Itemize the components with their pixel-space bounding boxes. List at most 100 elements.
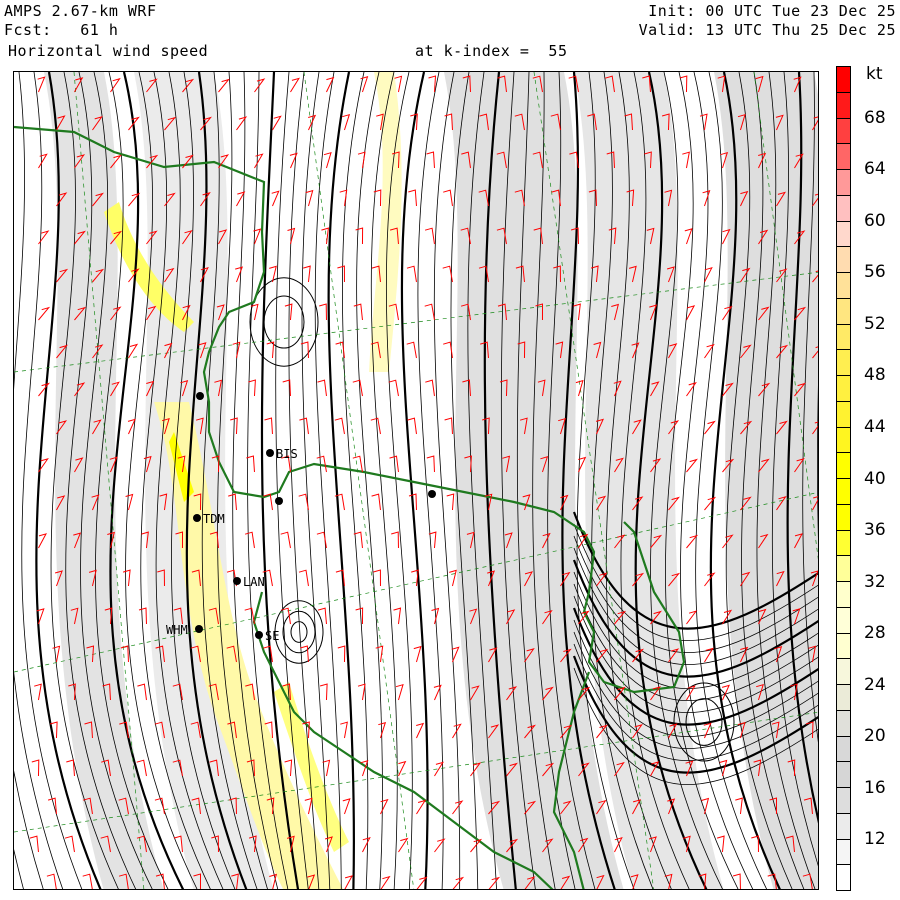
wind-barb <box>218 78 230 93</box>
forecast-hour: Fcst: 61 h <box>4 21 119 39</box>
wind-barb <box>406 265 417 283</box>
wind-barb <box>416 799 427 815</box>
wind-barb <box>337 645 346 663</box>
wind-barb <box>686 610 698 625</box>
wind-barb <box>29 835 39 853</box>
colorbar-label: 52 <box>864 313 886 334</box>
colorbar-cell <box>837 659 850 685</box>
colorbar-cell <box>837 221 850 248</box>
colorbar-cell <box>837 298 850 325</box>
wind-barb <box>686 305 696 321</box>
colorbar-cell <box>837 710 850 737</box>
station-label-tdm: TDM <box>203 512 225 526</box>
station-label-bis: BIS <box>276 447 298 461</box>
wind-barb <box>370 417 381 435</box>
wind-barb <box>686 534 699 549</box>
colorbar-cell <box>837 118 850 145</box>
wind-barb <box>154 797 165 815</box>
wind-barb <box>272 115 282 131</box>
wind-barb <box>355 607 364 625</box>
colorbar-label: 28 <box>864 623 886 644</box>
wind-barb <box>66 759 75 777</box>
wind-barb <box>254 153 264 169</box>
map-canvas: BIS TDM LAN WHM SE <box>14 72 818 889</box>
colorbar-label: 36 <box>864 520 886 541</box>
colorbar-cell <box>837 582 850 608</box>
colorbar-cell <box>837 324 850 351</box>
colorbar-cell <box>837 839 850 866</box>
station-dot-tdm <box>193 514 201 522</box>
wind-barb <box>446 493 455 511</box>
colorbar-cell <box>837 530 850 557</box>
wind-barb <box>424 227 435 245</box>
colorbar-cell <box>837 762 850 788</box>
wind-barb <box>416 722 425 739</box>
station-label-se: SE <box>265 629 279 643</box>
wind-barb <box>34 683 42 701</box>
colorbar-label: 64 <box>864 159 886 180</box>
colorbar-cell <box>837 376 850 402</box>
wind-barb <box>470 838 483 853</box>
colorbar-label: 60 <box>864 210 886 231</box>
colorbar-label: 24 <box>864 674 886 695</box>
wind-barb <box>362 837 371 853</box>
wind-barb <box>704 267 713 283</box>
colorbar-cell <box>837 67 850 93</box>
gray-band <box>714 72 818 889</box>
wind-barb <box>357 683 366 701</box>
wind-speed-map: BIS TDM LAN WHM SE <box>13 71 819 890</box>
model-title: AMPS 2.67-km WRF <box>4 2 157 20</box>
colorbar-cell <box>837 247 850 273</box>
colorbar-label: 32 <box>864 571 886 592</box>
colorbar-cell <box>837 556 850 582</box>
colorbar-unit: kt <box>866 64 883 84</box>
wind-barb <box>407 417 417 435</box>
wind-barb <box>334 417 345 435</box>
wind-barb <box>380 798 389 815</box>
colorbar-cell <box>837 865 850 890</box>
contour-line <box>356 72 383 889</box>
colorbar-cell <box>837 92 850 119</box>
wind-barb <box>298 569 309 587</box>
wind-barb <box>173 835 183 853</box>
colorbar-cell <box>837 273 850 299</box>
wind-barb <box>271 190 280 207</box>
wind-barb <box>398 837 409 853</box>
wind-barb <box>344 875 354 889</box>
colorbar-cell <box>837 504 850 531</box>
wind-barb <box>353 303 363 321</box>
wind-barb <box>393 607 402 625</box>
wind-barb <box>337 265 345 283</box>
colorbar-cell <box>837 350 850 376</box>
wind-barb <box>452 876 465 889</box>
wind-barb <box>702 190 711 207</box>
station-dot-se <box>255 631 263 639</box>
station-label-whm: WHM <box>166 623 188 637</box>
colorbar-cell <box>837 453 850 479</box>
wind-barb <box>413 645 422 663</box>
colorbar-cell <box>837 195 850 222</box>
colorbar-label: 44 <box>864 416 886 437</box>
colorbar-cell <box>837 427 850 454</box>
colorbar-label: 12 <box>864 829 886 850</box>
wind-barb <box>424 303 435 321</box>
wind-barb <box>373 569 381 587</box>
wind-barb <box>232 341 241 359</box>
station-dot <box>428 490 436 498</box>
wind-barb <box>406 341 417 359</box>
wind-barb <box>704 572 716 587</box>
wind-barb <box>408 189 417 207</box>
wind-barb <box>428 75 437 93</box>
wind-barb <box>703 722 712 739</box>
colorbar-cell <box>837 813 850 840</box>
wind-barb <box>342 113 351 131</box>
wind-barb <box>303 265 311 283</box>
colorbar-cell <box>837 685 850 711</box>
station-dot <box>275 497 283 505</box>
wind-barb <box>704 420 716 435</box>
wind-barb <box>319 683 328 701</box>
colorbar-cell <box>837 401 850 428</box>
wind-barb <box>64 835 75 853</box>
wind-barb <box>371 493 381 511</box>
wind-barb <box>38 153 48 169</box>
